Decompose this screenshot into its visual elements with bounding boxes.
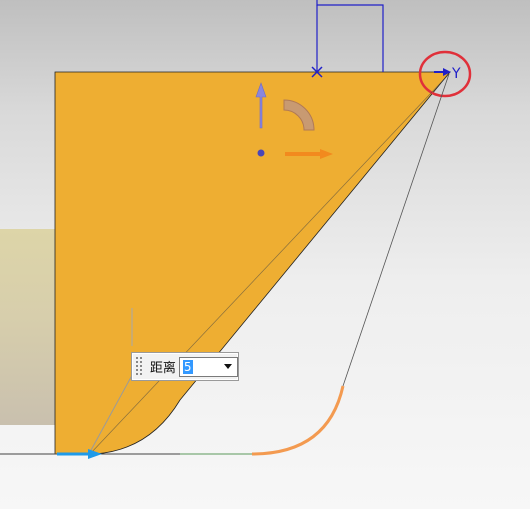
distance-label: 距离	[149, 361, 176, 376]
fillet-curve[interactable]	[251, 385, 345, 456]
chevron-down-icon[interactable]	[224, 364, 232, 369]
y-axis-label: Y	[451, 66, 461, 82]
model-scene: Y	[0, 0, 472, 459]
selected-face[interactable]	[54, 71, 451, 455]
distance-value[interactable]: 5	[182, 359, 193, 374]
graphics-viewport[interactable]: Y 距离 5	[0, 0, 530, 509]
distance-input-box: 距离 5	[131, 352, 239, 381]
drag-handle-icon[interactable]	[135, 356, 143, 377]
distance-input[interactable]: 5	[178, 356, 238, 377]
datum-frame[interactable]	[316, 0, 384, 72]
origin-point-handle[interactable]	[257, 149, 265, 157]
